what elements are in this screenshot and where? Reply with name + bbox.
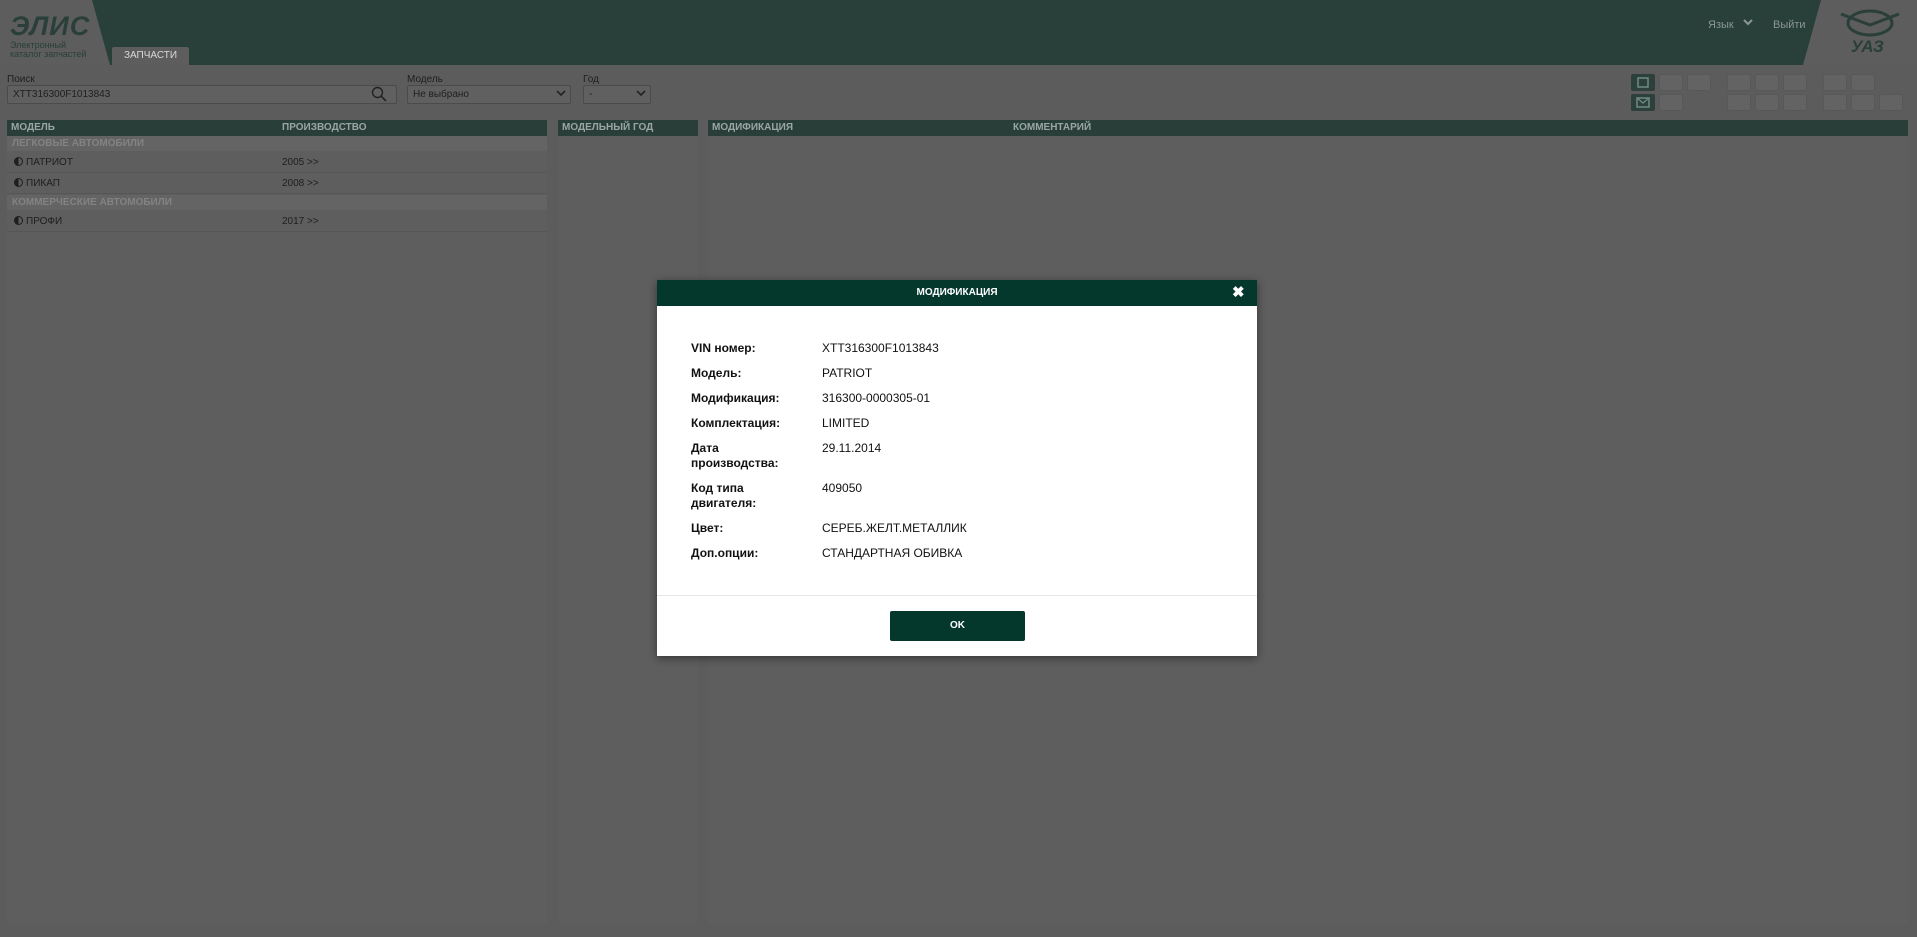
model-year-header: МОДЕЛЬНЫЙ ГОД (558, 120, 698, 136)
chevron-down-icon (636, 90, 646, 97)
group-commercial: КОММЕРЧЕСКИЕ АВТОМОБИЛИ (7, 195, 547, 210)
toolbar-button-3[interactable] (1687, 74, 1711, 91)
model-name: ПРОФИ (14, 212, 62, 232)
models-header: МОДЕЛЬ ПРОИЗВОДСТВО (7, 120, 547, 136)
col-production: ПРОИЗВОДСТВО (282, 122, 367, 133)
app-header: ЭЛИС Электронный каталог запчастей ЗАПЧА… (0, 0, 1917, 65)
field-label-production-date: Дата производства: (691, 441, 779, 470)
field-value-options: СТАНДАРТНАЯ ОБИВКА (822, 546, 963, 560)
field-value-engine-code: 409050 (822, 481, 863, 495)
mail-button[interactable] (1631, 94, 1655, 111)
toolbar-button-14[interactable] (1823, 94, 1847, 111)
logo-title: ЭЛИС (10, 11, 91, 41)
field-label-engine-code: Код типа двигателя: (691, 481, 757, 510)
col-model: МОДЕЛЬ (11, 122, 55, 133)
half-circle-icon (14, 157, 23, 166)
toolbar-button-8[interactable] (1851, 74, 1875, 91)
models-panel: МОДЕЛЬ ПРОИЗВОДСТВО ЛЕГКОВЫЕ АВТОМОБИЛИ … (7, 120, 547, 923)
toolbar-button-11[interactable] (1727, 94, 1751, 111)
field-label-model: Модель: (691, 366, 742, 380)
dialog-title: МОДИФИКАЦИЯ (916, 287, 998, 298)
model-select-value: Не выбрано (413, 89, 469, 100)
toolbar-button-5[interactable] (1755, 74, 1779, 91)
half-circle-icon (14, 216, 23, 225)
field-label-trim: Комплектация: (691, 416, 781, 430)
field-value-vin: XTT316300F1013843 (822, 341, 939, 355)
field-label-color: Цвет: (691, 521, 724, 535)
toolbar-button-7[interactable] (1823, 74, 1847, 91)
model-name: ПИКАП (14, 174, 60, 194)
print-button[interactable] (1631, 74, 1655, 91)
mail-icon (1636, 97, 1650, 108)
col-comment: КОММЕНТАРИЙ (1013, 122, 1092, 133)
model-row-patriot[interactable]: ПАТРИОТ 2005 >> (7, 153, 547, 173)
toolbar-button-12[interactable] (1755, 94, 1779, 111)
chevron-down-icon[interactable] (1743, 16, 1753, 30)
tab-parts[interactable]: ЗАПЧАСТИ (112, 47, 189, 65)
dialog-divider (657, 595, 1257, 596)
model-production: 2008 >> (282, 178, 319, 189)
field-label-vin: VIN номер: (691, 341, 756, 355)
toolbar-button-2[interactable] (1659, 74, 1683, 91)
uaz-emblem-icon (1840, 9, 1900, 37)
brand-logo: УАЗ (1803, 0, 1917, 65)
field-label-options: Доп.опции: (691, 546, 759, 560)
print-icon (1637, 77, 1649, 88)
logo-subtitle: Электронный каталог запчастей (10, 40, 87, 59)
toolbar-button-16[interactable] (1879, 94, 1903, 111)
col-model-year: МОДЕЛЬНЫЙ ГОД (562, 122, 654, 133)
search-icon[interactable] (371, 86, 387, 102)
toolbar-button-4[interactable] (1727, 74, 1751, 91)
close-icon[interactable]: ✖ (1232, 285, 1245, 301)
modification-header: МОДИФИКАЦИЯ КОММЕНТАРИЙ (708, 120, 1908, 136)
modification-dialog: МОДИФИКАЦИЯ ✖ VIN номер: XTT316300F10138… (657, 280, 1257, 656)
chevron-down-icon (556, 90, 566, 97)
search-label: Поиск (7, 74, 35, 85)
model-label: Модель (407, 74, 443, 85)
dialog-header: МОДИФИКАЦИЯ ✖ (657, 280, 1257, 306)
toolbar-button-13[interactable] (1783, 94, 1807, 111)
toolbar-button-6[interactable] (1783, 74, 1807, 91)
toolbar-button-10[interactable] (1659, 94, 1683, 111)
model-name: ПАТРИОТ (14, 153, 73, 173)
half-circle-icon (14, 178, 23, 187)
model-row-profi[interactable]: ПРОФИ 2017 >> (7, 212, 547, 232)
search-input-value: XTT316300F1013843 (13, 89, 111, 100)
model-production: 2017 >> (282, 216, 319, 227)
model-production: 2005 >> (282, 157, 319, 168)
search-input[interactable]: XTT316300F1013843 (7, 85, 397, 104)
field-value-trim: LIMITED (822, 416, 870, 430)
year-select[interactable]: - (583, 85, 651, 104)
model-row-pickup[interactable]: ПИКАП 2008 >> (7, 174, 547, 194)
field-value-model: PATRIOT (822, 366, 873, 380)
year-select-value: - (589, 89, 593, 100)
brand-name: УАЗ (1851, 37, 1884, 56)
toolbar-button-15[interactable] (1851, 94, 1875, 111)
field-value-modification: 316300-0000305-01 (822, 391, 931, 405)
col-modification: МОДИФИКАЦИЯ (712, 122, 794, 133)
year-label: Год (583, 74, 599, 85)
group-passenger: ЛЕГКОВЫЕ АВТОМОБИЛИ (7, 136, 547, 151)
logo: ЭЛИС Электронный каталог запчастей (0, 0, 110, 65)
model-select[interactable]: Не выбрано (407, 85, 571, 104)
field-value-color: СЕРЕБ.ЖЕЛТ.МЕТАЛЛИК (822, 521, 967, 535)
field-label-modification: Модификация: (691, 391, 780, 405)
field-value-production-date: 29.11.2014 (822, 441, 882, 455)
logout-link[interactable]: Выйти (1773, 19, 1806, 31)
language-menu[interactable]: Язык (1708, 19, 1734, 31)
ok-button[interactable]: OK (890, 611, 1025, 641)
